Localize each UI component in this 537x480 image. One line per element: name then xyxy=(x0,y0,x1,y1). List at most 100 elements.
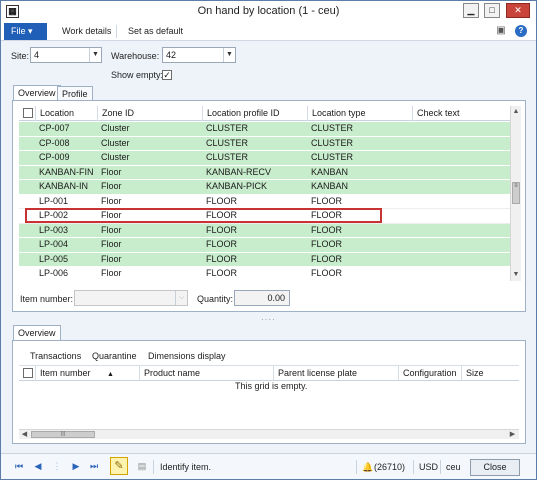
show-empty-label: Show empty: xyxy=(111,70,164,80)
column-header-product-name[interactable]: Product name xyxy=(139,366,273,381)
column-header-parent-license-plate[interactable]: Parent license plate xyxy=(273,366,398,381)
warehouse-label: Warehouse: xyxy=(111,51,160,61)
cell-location-type: FLOOR xyxy=(311,253,343,264)
cell-zone-id: Cluster xyxy=(101,137,130,148)
last-record-icon[interactable]: ⏭ xyxy=(88,461,100,472)
column-header-zone-id[interactable]: Zone ID xyxy=(97,106,202,121)
table-row[interactable]: CP-007 Cluster CLUSTER CLUSTER xyxy=(19,122,510,137)
scroll-up-icon[interactable]: ▲ xyxy=(511,106,521,117)
status-divider xyxy=(440,460,441,474)
cell-location-profile-id: FLOOR xyxy=(206,253,238,264)
action-pane: File ▾ Work details Set as default ▣ ? xyxy=(1,22,536,41)
column-header-location[interactable]: Location xyxy=(35,106,97,121)
chevron-down-icon[interactable]: ▼ xyxy=(223,48,235,62)
column-header-item-number[interactable]: Item number ▲ xyxy=(35,366,139,381)
cell-zone-id: Floor xyxy=(101,224,122,235)
cell-location-profile-id: FLOOR xyxy=(206,224,238,235)
chevron-down-icon[interactable]: ⌵ xyxy=(175,291,187,305)
table-row[interactable]: LP-005 Floor FLOOR FLOOR xyxy=(19,252,510,267)
scroll-down-icon[interactable]: ▼ xyxy=(511,269,521,280)
status-message: Identify item. xyxy=(160,462,212,472)
site-label: Site: xyxy=(11,51,30,61)
column-header-location-profile-id[interactable]: Location profile ID xyxy=(202,106,307,121)
table-row[interactable]: LP-004 Floor FLOOR FLOOR xyxy=(19,238,510,253)
column-header-size[interactable]: Size xyxy=(461,366,519,381)
chevron-down-icon[interactable]: ▼ xyxy=(89,48,101,62)
help-icon[interactable]: ? xyxy=(515,25,527,37)
cell-location-type: FLOOR xyxy=(311,224,343,235)
column-header-check-text[interactable]: Check text xyxy=(412,106,510,121)
chevron-down-icon: ▾ xyxy=(28,26,33,36)
column-header-configuration[interactable]: Configuration xyxy=(398,366,461,381)
first-record-icon[interactable]: ⏮ xyxy=(13,461,25,472)
cell-location-profile-id: CLUSTER xyxy=(206,152,249,162)
item-grid-horizontal-scrollbar[interactable]: ◀ ||| ▶ xyxy=(19,429,519,439)
minimize-icon[interactable]: ▁ xyxy=(463,3,479,18)
column-header-location-type[interactable]: Location type xyxy=(307,106,412,121)
table-row[interactable]: CP-009 Cluster CLUSTER CLUSTER xyxy=(19,151,510,166)
company-indicator[interactable]: ceu xyxy=(446,462,461,472)
cell-location-type: FLOOR xyxy=(311,268,343,278)
site-combobox[interactable]: 4 ▼ xyxy=(30,47,102,63)
file-menu-label: File xyxy=(11,26,26,36)
cell-location: LP-004 xyxy=(39,239,69,249)
cell-location: LP-005 xyxy=(39,253,69,264)
warehouse-combobox[interactable]: 42 ▼ xyxy=(162,47,236,63)
cell-location-type: CLUSTER xyxy=(311,152,354,162)
document-icon[interactable]: ▤ xyxy=(136,461,148,472)
site-value: 4 xyxy=(34,50,40,60)
tab-overview[interactable]: Overview xyxy=(13,85,61,101)
record-list-icon[interactable]: ⋮ xyxy=(51,461,63,472)
location-grid: Location Zone ID Location profile ID Loc… xyxy=(19,106,521,281)
currency-indicator[interactable]: USD xyxy=(419,462,438,472)
overview-panel: Location Zone ID Location profile ID Loc… xyxy=(12,100,526,312)
table-row[interactable]: LP-006 Floor FLOOR FLOOR xyxy=(19,267,510,281)
tab-profile[interactable]: Profile xyxy=(57,86,93,101)
scroll-thumb[interactable]: ||| xyxy=(31,431,95,438)
scroll-right-icon[interactable]: ▶ xyxy=(507,430,518,439)
cell-location-type: CLUSTER xyxy=(311,123,354,133)
bottom-overview-panel: Transactions Quarantine Dimensions displ… xyxy=(12,340,526,444)
previous-record-icon[interactable]: ◀ xyxy=(32,461,44,472)
panel-icon[interactable]: ▣ xyxy=(495,25,507,37)
table-row[interactable]: LP-003 Floor FLOOR FLOOR xyxy=(19,223,510,238)
dimensions-display-button[interactable]: Dimensions display xyxy=(148,351,226,361)
edit-pencil-icon[interactable]: ✎ xyxy=(110,457,128,475)
work-details-button[interactable]: Work details xyxy=(62,26,111,36)
show-empty-checkbox[interactable]: ✓ xyxy=(162,70,172,80)
table-row[interactable]: KANBAN-FIN Floor KANBAN-RECV KANBAN xyxy=(19,165,510,180)
quantity-label: Quantity: xyxy=(197,294,234,304)
table-row[interactable]: KANBAN-IN Floor KANBAN-PICK KANBAN xyxy=(19,180,510,195)
cell-location-profile-id: FLOOR xyxy=(206,239,238,249)
notification-count[interactable]: (26710) xyxy=(374,462,405,472)
close-icon[interactable]: ✕ xyxy=(506,3,530,18)
close-button[interactable]: Close xyxy=(470,459,520,476)
title-bar: ▦ On hand by location (1 - ceu) ▁ □ ✕ xyxy=(1,1,536,22)
sort-ascending-icon: ▲ xyxy=(107,371,114,378)
status-divider xyxy=(356,460,357,474)
table-row[interactable]: LP-001 Floor FLOOR FLOOR xyxy=(19,194,510,209)
menu-divider xyxy=(116,25,117,38)
file-menu-button[interactable]: File ▾ xyxy=(4,23,47,40)
quarantine-button[interactable]: Quarantine xyxy=(92,351,137,361)
bell-icon[interactable]: 🔔 xyxy=(362,462,373,473)
next-record-icon[interactable]: ▶ xyxy=(70,461,82,472)
splitter-handle[interactable]: ···· xyxy=(261,315,276,324)
cell-location-profile-id: FLOOR xyxy=(206,195,238,206)
grid-vertical-scrollbar[interactable]: ▲ ≡ ▼ xyxy=(510,106,521,281)
quantity-field[interactable]: 0.00 xyxy=(234,290,290,306)
set-as-default-button[interactable]: Set as default xyxy=(128,26,183,36)
grid-empty-message: This grid is empty. xyxy=(235,381,308,391)
transactions-button[interactable]: Transactions xyxy=(30,351,81,361)
scroll-thumb[interactable]: ≡ xyxy=(512,182,520,204)
select-all-checkbox[interactable] xyxy=(23,108,33,118)
tab-bottom-overview[interactable]: Overview xyxy=(13,325,61,341)
item-number-field[interactable]: ⌵ xyxy=(74,290,188,306)
cell-zone-id: Floor xyxy=(101,181,122,191)
cell-location-type: FLOOR xyxy=(311,195,343,206)
cell-zone-id: Floor xyxy=(101,166,122,177)
scroll-left-icon[interactable]: ◀ xyxy=(19,430,30,439)
select-all-checkbox[interactable] xyxy=(23,368,33,378)
table-row[interactable]: CP-008 Cluster CLUSTER CLUSTER xyxy=(19,136,510,151)
maximize-icon[interactable]: □ xyxy=(484,3,500,18)
